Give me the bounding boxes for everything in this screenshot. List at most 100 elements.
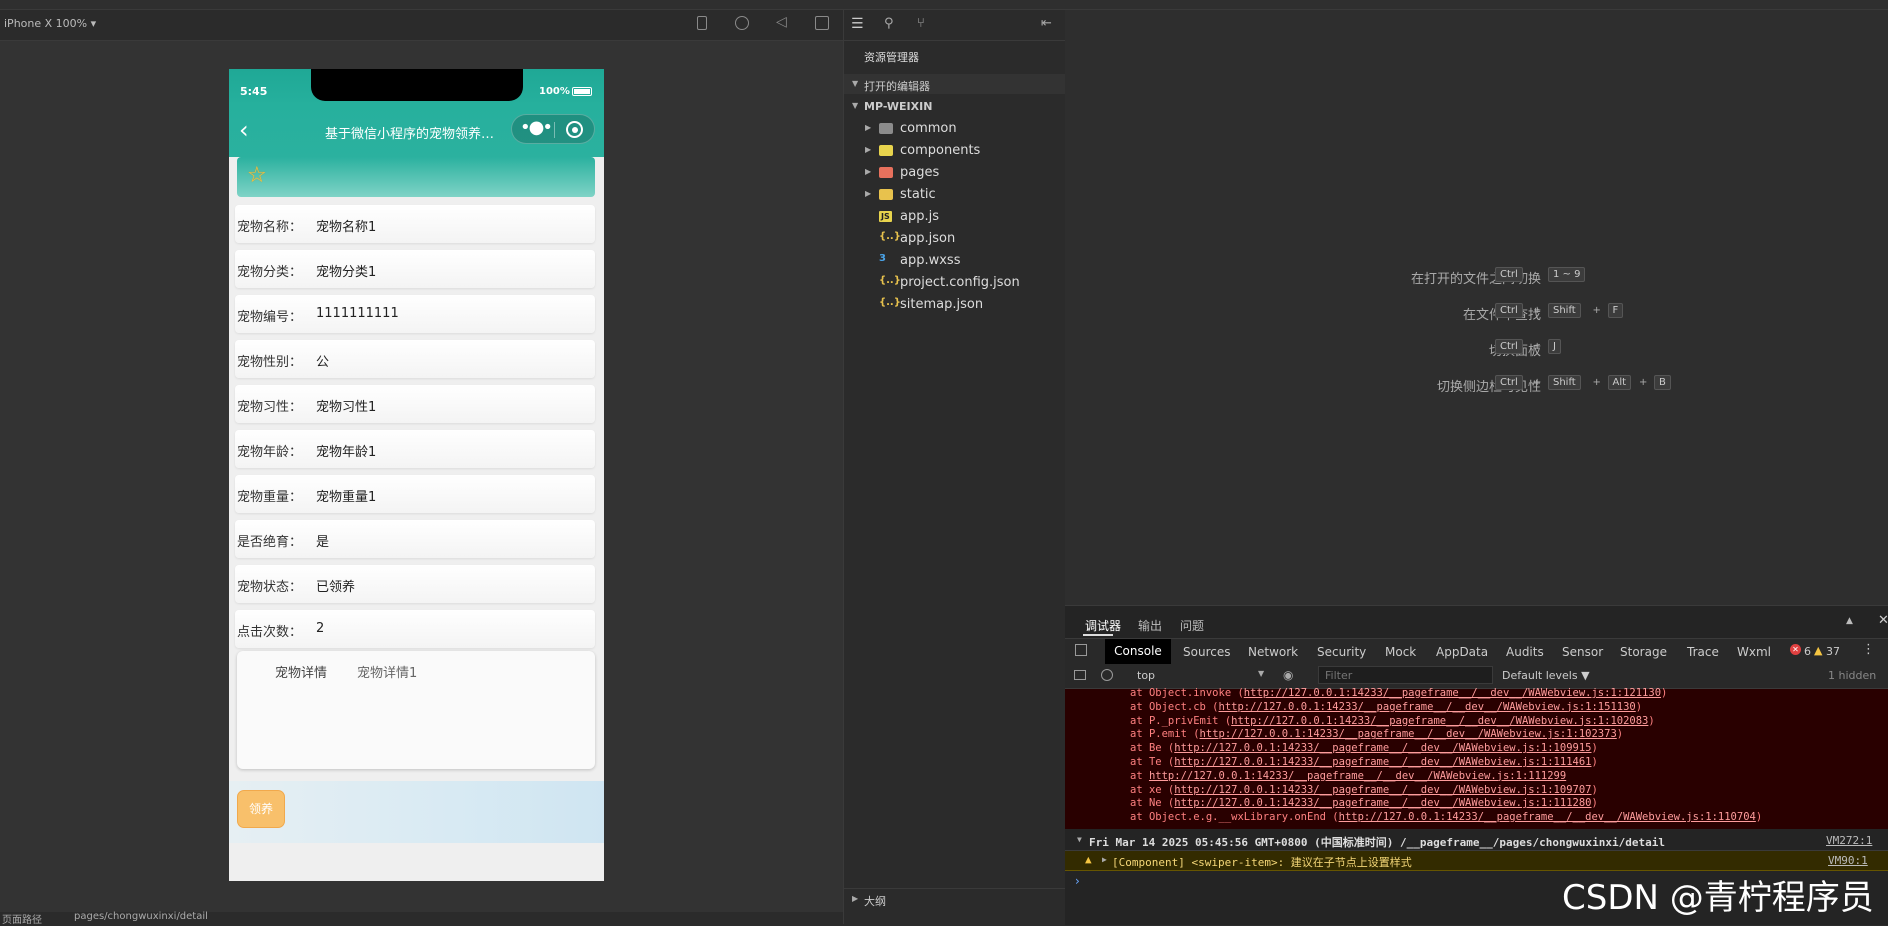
outline-label: 大纲: [864, 895, 886, 908]
expand-arrow-icon[interactable]: ▼: [1077, 835, 1082, 844]
tree-item[interactable]: {..} sitemap.json: [844, 294, 1066, 316]
tree-item[interactable]: JS app.js: [844, 206, 1066, 228]
stack-trace-line: at xe (http://127.0.0.1:14233/__pagefram…: [1130, 784, 1598, 796]
inspect-icon[interactable]: [1075, 644, 1087, 656]
tab-network[interactable]: Network: [1248, 645, 1298, 659]
stack-link[interactable]: http://127.0.0.1:14233/__pageframe__/__d…: [1174, 756, 1591, 768]
stack-trace-line: at P._privEmit (http://127.0.0.1:14233/_…: [1130, 715, 1655, 727]
log-levels-select[interactable]: Default levels ▼: [1502, 669, 1590, 682]
project-section[interactable]: ▼ MP-WEIXIN: [844, 96, 1066, 116]
volume-icon[interactable]: ◁: [776, 14, 787, 30]
console-filter-input[interactable]: [1318, 666, 1493, 684]
outline-section[interactable]: ▶ 大纲: [844, 888, 1066, 909]
stack-link[interactable]: http://127.0.0.1:14233/__pageframe__/__d…: [1200, 728, 1617, 740]
battery-percent: 100%: [539, 86, 570, 97]
tab-problems[interactable]: 问题: [1180, 617, 1204, 634]
stack-link[interactable]: http://127.0.0.1:14233/__pageframe__/__d…: [1149, 770, 1566, 782]
stack-link[interactable]: http://127.0.0.1:14233/__pageframe__/__d…: [1244, 687, 1661, 699]
folder-icon: [879, 145, 893, 156]
tab-appdata[interactable]: AppData: [1436, 645, 1488, 659]
field-label: 宠物名称：: [237, 220, 303, 235]
more-vertical-icon[interactable]: ⋮: [1862, 642, 1875, 657]
tab-console[interactable]: Console: [1105, 639, 1171, 664]
field-label: 点击次数：: [237, 625, 303, 640]
field-value: 1111111111: [316, 306, 399, 321]
phone-icon[interactable]: [697, 16, 707, 30]
stack-trace-line: at Object.invoke (http://127.0.0.1:14233…: [1130, 687, 1667, 699]
star-icon[interactable]: ☆: [247, 163, 267, 189]
stack-prefix: at P._privEmit (: [1130, 714, 1232, 727]
key-badge: Ctrl: [1495, 375, 1523, 390]
more-icon[interactable]: •●•: [520, 117, 553, 138]
key-plus: +: [1592, 305, 1601, 316]
adopt-button[interactable]: 领养: [237, 790, 285, 828]
warning-source-link[interactable]: VM90:1: [1828, 854, 1868, 867]
tree-item[interactable]: ▶ pages: [844, 162, 1066, 184]
expand-arrow-icon[interactable]: ▶: [1102, 855, 1107, 864]
list-icon[interactable]: ☰: [851, 16, 864, 32]
error-count[interactable]: 6: [1804, 645, 1811, 658]
tree-item[interactable]: ▶ static: [844, 184, 1066, 206]
tree-item-label: app.json: [900, 231, 956, 246]
tree-item[interactable]: 3 app.wxss: [844, 250, 1066, 272]
key-plus: +: [1533, 377, 1542, 388]
phone-screen: 5:45 100% ‹ 基于微信小程序的宠物领养平... •●• ☆ 宠物名称：…: [229, 69, 604, 881]
field-value: 公: [316, 355, 330, 370]
tab-mock[interactable]: Mock: [1385, 645, 1416, 659]
sidebar-toggle-icon[interactable]: [1074, 670, 1086, 680]
collapse-icon[interactable]: ⇤: [1041, 16, 1052, 31]
console-prompt[interactable]: ›: [1075, 874, 1080, 888]
window-icon[interactable]: [815, 16, 829, 30]
tree-item[interactable]: ▶ common: [844, 118, 1066, 140]
stack-link[interactable]: http://127.0.0.1:14233/__pageframe__/__d…: [1174, 742, 1591, 754]
field-label: 宠物分类：: [237, 265, 303, 280]
tab-debugger[interactable]: 调试器: [1085, 617, 1121, 634]
error-icon: ✕: [1790, 644, 1801, 655]
tree-item[interactable]: ▶ components: [844, 140, 1066, 162]
detail-row: 宠物习性： 宠物习性1: [229, 385, 595, 423]
warning-count[interactable]: 37: [1826, 645, 1840, 658]
simulator-toolbar: [0, 10, 843, 41]
back-icon[interactable]: ‹: [239, 118, 249, 142]
close-icon[interactable]: ✕: [1878, 613, 1888, 628]
open-editors-section[interactable]: ▼ 打开的编辑器: [844, 74, 1066, 94]
tab-wxml[interactable]: Wxml: [1737, 645, 1771, 659]
record-icon[interactable]: [735, 16, 749, 30]
tab-trace[interactable]: Trace: [1687, 645, 1719, 659]
stack-link[interactable]: http://127.0.0.1:14233/__pageframe__/__d…: [1174, 797, 1591, 809]
tab-sources[interactable]: Sources: [1183, 645, 1230, 659]
stack-link[interactable]: http://127.0.0.1:14233/__pageframe__/__d…: [1219, 701, 1636, 713]
stack-trace-line: at P.emit (http://127.0.0.1:14233/__page…: [1130, 728, 1623, 740]
tab-storage[interactable]: Storage: [1620, 645, 1667, 659]
tab-security[interactable]: Security: [1317, 645, 1366, 659]
page-path-value[interactable]: pages/chongwuxinxi/detail: [74, 911, 208, 922]
key-badge: J: [1548, 339, 1561, 354]
tree-item[interactable]: {..} project.config.json: [844, 272, 1066, 294]
context-select[interactable]: top: [1137, 669, 1155, 682]
tab-audits[interactable]: Audits: [1506, 645, 1544, 659]
css-file-icon: 3: [879, 253, 886, 264]
branch-icon[interactable]: ⑂: [917, 16, 925, 31]
stack-prefix: at Object.e.g.__wxLibrary.onEnd (: [1130, 811, 1339, 824]
stack-link[interactable]: http://127.0.0.1:14233/__pageframe__/__d…: [1174, 784, 1591, 796]
tab-output[interactable]: 输出: [1138, 617, 1162, 634]
close-target-icon[interactable]: [566, 121, 583, 138]
chevron-down-icon[interactable]: ▼: [1258, 669, 1264, 678]
search-icon[interactable]: ⚲: [884, 16, 894, 31]
maximize-icon[interactable]: ▲: [1846, 616, 1853, 626]
tab-sensor[interactable]: Sensor: [1562, 645, 1603, 659]
stack-link[interactable]: http://127.0.0.1:14233/__pageframe__/__d…: [1339, 811, 1756, 823]
detail-row: 宠物重量： 宠物重量1: [229, 475, 595, 513]
key-badge: Alt: [1607, 375, 1632, 390]
eye-icon[interactable]: ◉: [1283, 668, 1293, 682]
stack-trace-line: at Be (http://127.0.0.1:14233/__pagefram…: [1130, 742, 1598, 754]
tree-item[interactable]: {..} app.json: [844, 228, 1066, 250]
stack-suffix: ): [1591, 742, 1598, 755]
device-selector[interactable]: iPhone X 100% ▾: [4, 17, 96, 30]
detail-box: 宠物详情 宠物详情1: [237, 651, 595, 769]
swiper-banner[interactable]: ☆: [237, 157, 595, 197]
stack-link[interactable]: http://127.0.0.1:14233/__pageframe__/__d…: [1231, 715, 1648, 727]
clear-console-icon[interactable]: [1101, 669, 1113, 681]
stack-suffix: ): [1755, 811, 1763, 824]
log-source-link[interactable]: VM272:1: [1826, 834, 1872, 847]
